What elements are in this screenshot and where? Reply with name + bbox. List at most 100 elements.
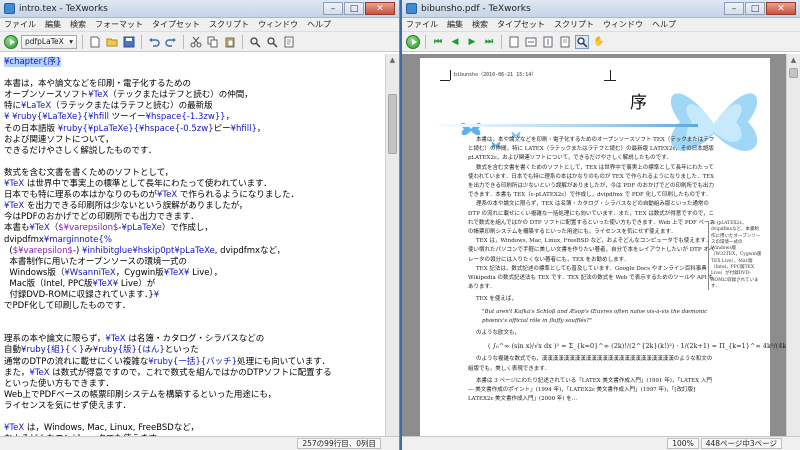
menu-edit[interactable]: 編集 [45,19,61,30]
source-line[interactable]: 特に¥LaTeX（ラテックまたはラテフと読む）の最新版 [4,101,381,112]
source-line[interactable]: 日本でも特に理系の本はかなりのものが¥TeX で作られるようになりました． [4,190,381,201]
source-line[interactable]: 付録DVD-ROMに収録されています．}¥ [4,290,381,301]
source-line[interactable]: 自動¥ruby{組}{く}み¥ruby{版}{はん}といった [4,345,381,356]
source-line[interactable] [4,412,381,423]
pdf-scrollbar[interactable]: ▲ [786,54,800,436]
source-line[interactable] [4,323,381,334]
maximize-button[interactable]: □ [344,2,364,15]
source-line[interactable]: dvipdfmx¥marginnote{% [4,235,381,246]
source-line[interactable]: といった使い方もできます． [4,379,381,390]
source-line[interactable]: 数式を含む文書を書くためのソフトとして， [4,168,381,179]
source-line[interactable]: でPDF化して印刷したものです． [4,301,381,312]
source-line[interactable]: ($¥varepsilon$-) ¥inhibitglue¥hskip0pt¥p… [4,246,381,257]
source-line[interactable]: ライセンスを気にせず使えます． [4,401,381,412]
source-text: Live）， [189,267,223,278]
hand-tool-icon[interactable]: ✋ [592,35,606,49]
source-text: といった [164,345,199,356]
source-line[interactable]: ¥TeX は，Windows, Mac, Linux, FreeBSDなど， [4,423,381,434]
engine-select[interactable]: pdfpLaTeX ▾ [21,34,77,49]
go-to-source-icon[interactable] [558,35,572,49]
redo-icon[interactable] [164,35,178,49]
source-line[interactable] [4,312,381,323]
minimize-button[interactable]: – [724,2,744,15]
source-line[interactable]: および関連ソフトについて， [4,135,381,146]
menu-edit[interactable]: 編集 [447,19,463,30]
new-document-icon[interactable] [88,35,102,49]
scroll-up-arrow[interactable]: ▲ [386,54,399,66]
menu-file[interactable]: ファイル [4,19,36,30]
save-icon[interactable] [122,35,136,49]
source-line[interactable]: 通常のDTPの流れに載せにくい複雑な¥ruby{一括}{バッチ}処理にも向いてい… [4,357,381,368]
source-line[interactable]: また，¥TeX は数式が得意ですので，これで数式を組んではかのDTPソフトに配置… [4,368,381,379]
copy-icon[interactable] [206,35,220,49]
source-line[interactable]: オープンソースソフト¥TeX（テックまたはテフと読む）の仲間， [4,90,381,101]
typeset-icon[interactable] [406,34,420,49]
actual-size-icon[interactable] [507,35,521,49]
close-button[interactable]: ✕ [766,2,796,15]
menu-search[interactable]: 検索 [472,19,488,30]
menu-typeset[interactable]: タイプセット [152,19,200,30]
close-button[interactable]: ✕ [365,2,395,15]
pdf-titlebar[interactable]: bibunsho.pdf - TeXworks – □ ✕ [402,0,800,18]
crop-mark [450,70,451,80]
minimize-button[interactable]: – [323,2,343,15]
source-line[interactable]: できるだけやさしく解説したものです． [4,146,381,157]
editor-scrollbar[interactable]: ▲ [385,54,399,436]
menu-format[interactable]: フォーマット [95,19,143,30]
source-line[interactable]: Mac版（Intel, PPC版¥TeX¥ Live）が [4,279,381,290]
previous-page-icon[interactable]: ◀ [448,35,462,49]
find-replace-icon[interactable] [265,35,279,49]
source-line[interactable] [4,68,381,79]
fit-window-icon[interactable] [541,35,555,49]
source-editor[interactable]: ¥chapter{序} 本書は，本や論文などを印刷・電子化するための オープンソー… [0,54,385,436]
menu-help[interactable]: ヘルプ [652,19,676,30]
last-page-icon[interactable]: ⏭ [482,35,496,49]
source-line[interactable]: ¥chapter{序} [4,57,381,68]
cut-icon[interactable] [189,35,203,49]
editor-titlebar[interactable]: intro.tex - TeXworks – □ ✕ [0,0,399,18]
pdf-viewer[interactable]: bibunsho（2010-06-21 15:14） 序 本書は，本や論文などを… [402,54,786,436]
find-icon[interactable] [248,35,262,49]
source-line[interactable]: 今はPDFのおかげでどの印刷所でも出力できます． [4,212,381,223]
scroll-up-arrow[interactable]: ▲ [787,54,800,66]
source-line[interactable] [4,157,381,168]
menu-typeset[interactable]: タイプセット [497,19,545,30]
fit-width-icon[interactable] [524,35,538,49]
page-indicator[interactable]: 448ページ中3ページ [700,438,782,449]
latex-command: ¥chapter{序} [4,57,62,67]
source-text: は数式が得意ですので，これで数式を組んではかのDTPソフトに配置する [49,367,332,378]
source-line[interactable]: Windows版（¥WsanniTeX，Cygwin版¥TeX¥ Live）， [4,268,381,279]
source-line[interactable]: 本書は，本や論文などを印刷・電子化するための [4,79,381,90]
editor-scroll-thumb[interactable] [388,94,397,154]
pdf-scroll-thumb[interactable] [789,68,798,78]
menu-help[interactable]: ヘルプ [307,19,331,30]
go-to-pdf-icon[interactable] [282,35,296,49]
magnifier-icon[interactable] [575,34,589,49]
zoom-level[interactable]: 100% [667,438,699,449]
menu-file[interactable]: ファイル [406,19,438,30]
menu-scripts[interactable]: スクリプト [554,19,594,30]
pdf-toolbar: ⏮ ◀ ▶ ⏭ ✋ [402,32,800,52]
source-line[interactable]: その日本語版 ¥ruby{¥pLaTeXe}{¥hspace{-0.5zw}ピー… [4,124,381,135]
menu-window[interactable]: ウィンドウ [603,19,643,30]
cursor-position[interactable]: 257の99行目、0列目 [297,438,381,449]
maximize-button[interactable]: □ [745,2,765,15]
typeset-icon[interactable] [4,34,18,49]
source-line[interactable]: 本書制作に用いたオープンソースの環境一式の [4,257,381,268]
first-page-icon[interactable]: ⏮ [431,35,445,49]
texworks-app-icon [406,3,417,14]
source-line[interactable]: ¥ ¥ruby{¥LaTeXe}{¥hfill ツーイー¥hspace{-1.3… [4,112,381,123]
source-line[interactable]: ¥TeX は世界中で事実上の標準として長年にわたって使われています． [4,179,381,190]
next-page-icon[interactable]: ▶ [465,35,479,49]
menu-window[interactable]: ウィンドウ [258,19,298,30]
menu-scripts[interactable]: スクリプト [209,19,249,30]
menu-search[interactable]: 検索 [70,19,86,30]
source-line[interactable]: ¥TeX を出力できる印刷所は少ないという誤解がありましたが， [4,201,381,212]
open-folder-icon[interactable] [105,35,119,49]
source-line[interactable]: 本書も¥TeX（$¥varepsilon$-¥pLaTeXe）で作成し， [4,223,381,234]
source-text: -) [72,245,82,256]
source-line[interactable]: 理系の本や論文に限らず，¥TeX は名簿・カタログ・シラバスなどの [4,334,381,345]
undo-icon[interactable] [147,35,161,49]
source-line[interactable]: Web上でPDFベースの帳票印刷システムを構築するといった用途にも， [4,390,381,401]
paste-icon[interactable] [223,35,237,49]
